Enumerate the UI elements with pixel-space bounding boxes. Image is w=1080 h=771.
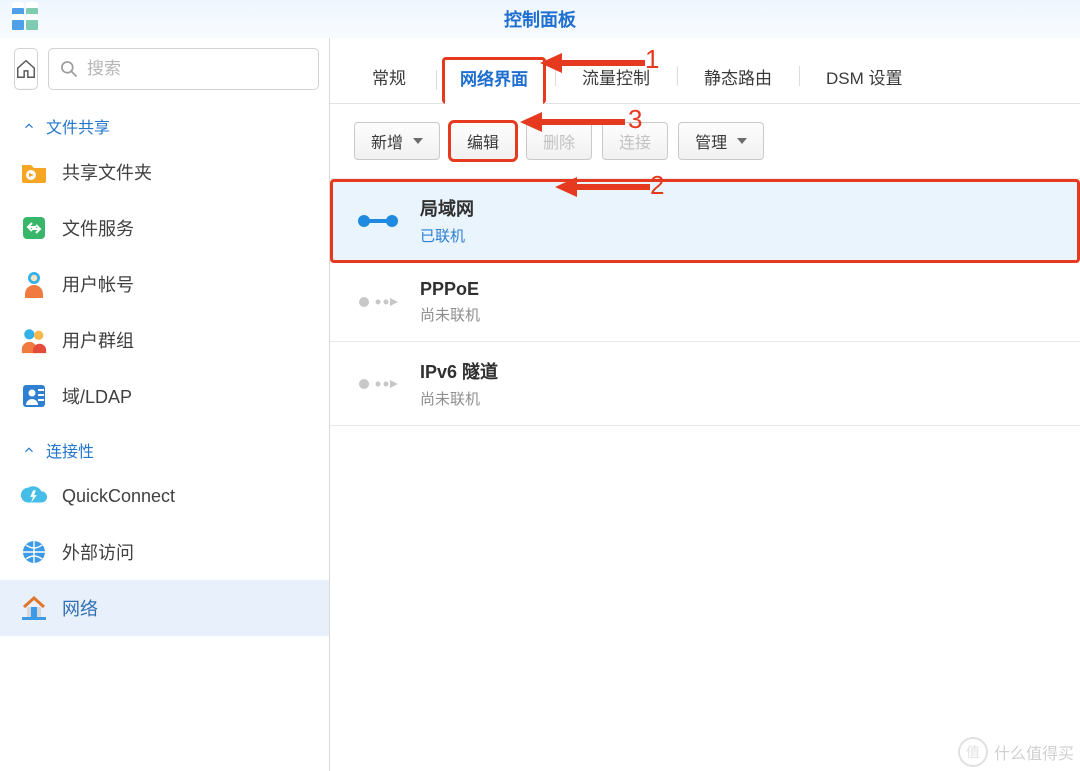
sidebar-section-file-sharing[interactable]: 文件共享 <box>0 100 329 144</box>
caret-down-icon <box>737 138 747 144</box>
interface-name: PPPoE <box>420 279 480 300</box>
ldap-icon <box>20 382 48 410</box>
button-label: 管理 <box>695 129 727 153</box>
home-icon <box>15 58 37 80</box>
tab-dsm-settings[interactable]: DSM 设置 <box>808 56 921 103</box>
page-title: 控制面板 <box>504 6 576 32</box>
watermark: 值 什么值得买 <box>958 737 1074 767</box>
user-icon <box>20 270 48 298</box>
search-input[interactable] <box>87 59 308 79</box>
interface-name: IPv6 隧道 <box>420 358 498 384</box>
titlebar: 控制面板 <box>0 0 1080 38</box>
button-label: 连接 <box>619 129 651 153</box>
content-area: 常规 网络界面 流量控制 静态路由 DSM 设置 新增 编辑 删除 连接 管理 … <box>330 38 1080 771</box>
globe-icon <box>20 538 48 566</box>
sidebar-item-label: 共享文件夹 <box>62 159 152 185</box>
interface-status: 已联机 <box>420 225 474 246</box>
search-icon <box>59 59 79 79</box>
caret-down-icon <box>413 138 423 144</box>
quickconnect-icon <box>20 482 48 510</box>
tab-traffic-control[interactable]: 流量控制 <box>564 56 668 103</box>
watermark-text: 什么值得买 <box>994 740 1074 764</box>
interface-disconnected-icon <box>354 292 402 312</box>
sidebar-item-network[interactable]: 网络 <box>0 580 329 636</box>
tab-static-route[interactable]: 静态路由 <box>686 56 790 103</box>
tab-general[interactable]: 常规 <box>354 56 424 103</box>
sidebar-item-external-access[interactable]: 外部访问 <box>0 524 329 580</box>
watermark-badge: 值 <box>958 737 988 767</box>
sidebar-item-label: 用户群组 <box>62 327 134 353</box>
delete-button[interactable]: 删除 <box>526 122 592 160</box>
chevron-up-icon <box>22 443 36 457</box>
sidebar-item-label: 网络 <box>62 595 98 621</box>
interface-status: 尚未联机 <box>420 304 480 325</box>
sidebar-item-quickconnect[interactable]: QuickConnect <box>0 468 329 524</box>
interface-list: 局域网 已联机 PPPoE 尚未联机 IPv6 隧道 <box>330 178 1080 426</box>
file-services-icon <box>20 214 48 242</box>
sidebar-item-label: 用户帐号 <box>62 271 134 297</box>
sidebar-item-domain-ldap[interactable]: 域/LDAP <box>0 368 329 424</box>
section-title: 文件共享 <box>46 114 110 138</box>
sidebar-section-connectivity[interactable]: 连接性 <box>0 424 329 468</box>
sidebar-item-user-accounts[interactable]: 用户帐号 <box>0 256 329 312</box>
sidebar-item-label: 域/LDAP <box>62 383 132 409</box>
sidebar-item-shared-folder[interactable]: 共享文件夹 <box>0 144 329 200</box>
sidebar-item-label: 外部访问 <box>62 539 134 565</box>
search-box[interactable] <box>48 48 319 90</box>
add-button[interactable]: 新增 <box>354 122 440 160</box>
interface-row-pppoe[interactable]: PPPoE 尚未联机 <box>330 263 1080 342</box>
tab-bar: 常规 网络界面 流量控制 静态路由 DSM 设置 <box>330 42 1080 104</box>
button-label: 编辑 <box>467 129 499 153</box>
home-button[interactable] <box>14 48 38 90</box>
button-label: 删除 <box>543 129 575 153</box>
network-icon <box>20 594 48 622</box>
toolbar: 新增 编辑 删除 连接 管理 <box>330 104 1080 178</box>
sidebar-item-label: 文件服务 <box>62 215 134 241</box>
button-label: 新增 <box>371 129 403 153</box>
interface-status: 尚未联机 <box>420 388 498 409</box>
edit-button[interactable]: 编辑 <box>450 122 516 160</box>
sidebar: 文件共享 共享文件夹 文件服务 用户帐号 用户群组 <box>0 38 330 771</box>
connect-button[interactable]: 连接 <box>602 122 668 160</box>
app-icon <box>12 2 40 32</box>
interface-connected-icon <box>354 211 402 231</box>
section-title: 连接性 <box>46 438 94 462</box>
sidebar-item-user-groups[interactable]: 用户群组 <box>0 312 329 368</box>
interface-disconnected-icon <box>354 374 402 394</box>
shared-folder-icon <box>20 158 48 186</box>
group-icon <box>20 326 48 354</box>
sidebar-item-label: QuickConnect <box>62 486 175 507</box>
tab-network-interface[interactable]: 网络界面 <box>442 57 546 104</box>
interface-row-ipv6-tunnel[interactable]: IPv6 隧道 尚未联机 <box>330 342 1080 426</box>
manage-button[interactable]: 管理 <box>678 122 764 160</box>
interface-name: 局域网 <box>420 195 474 221</box>
interface-row-lan[interactable]: 局域网 已联机 <box>330 179 1080 263</box>
chevron-up-icon <box>22 119 36 133</box>
sidebar-item-file-services[interactable]: 文件服务 <box>0 200 329 256</box>
